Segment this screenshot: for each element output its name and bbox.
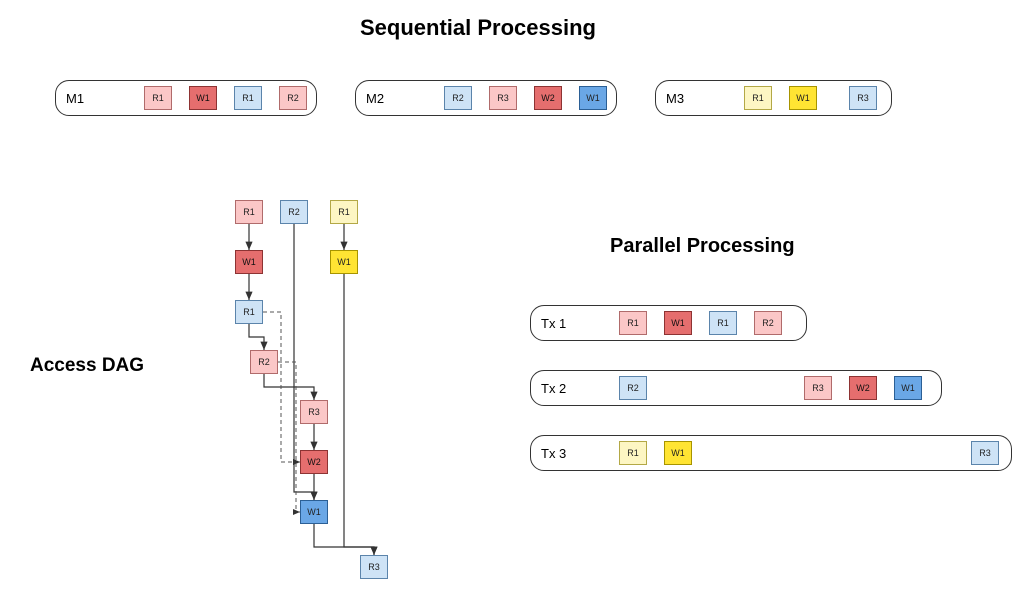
dag-node: R1 <box>235 200 263 224</box>
dag-node: W1 <box>235 250 263 274</box>
dag-node: W2 <box>300 450 328 474</box>
dag-node: R1 <box>235 300 263 324</box>
dag-node: R1 <box>330 200 358 224</box>
dag-node: R3 <box>300 400 328 424</box>
dag-node: R2 <box>280 200 308 224</box>
dag-node: W1 <box>330 250 358 274</box>
dag-node: W1 <box>300 500 328 524</box>
dag-node: R3 <box>360 555 388 579</box>
dag-node: R2 <box>250 350 278 374</box>
dag-edges <box>0 0 1024 596</box>
